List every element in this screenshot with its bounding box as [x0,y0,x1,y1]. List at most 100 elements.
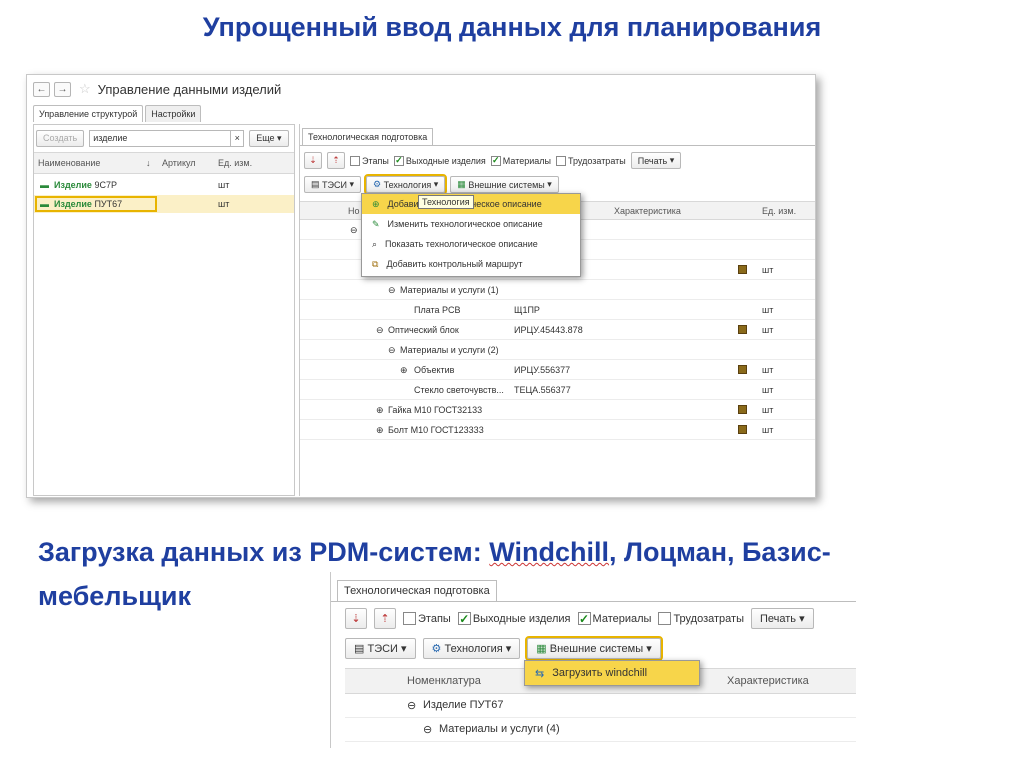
table-row[interactable]: ⊖ Материалы и услуги (4) [345,718,856,742]
list-item-selected[interactable]: ▬ Изделие ПУТ67 шт [34,195,294,213]
sort-down-icon[interactable]: ↓ [146,158,151,168]
col-nomenclature[interactable]: Но [348,206,360,216]
pencil-icon: ✎ [372,218,380,229]
tesi-button[interactable]: ▤ ТЭСИ ▾ [304,176,362,193]
check-outputs[interactable]: ✓ Выходные изделия [393,155,486,166]
external-label: Внешние системы [549,642,644,655]
check-labor[interactable]: Трудозатраты [556,155,626,166]
row-unit: шт [762,425,774,435]
forward-arrow-icon[interactable]: → [54,81,71,97]
tab-tech-prep[interactable]: Технологическая подготовка [337,580,497,602]
main-tabs: Управление структурой Настройки [33,105,203,122]
col-unit[interactable]: Ед. изм. [218,158,252,168]
chevron-down-icon: ▾ [349,179,355,189]
menu-label: Добавить контрольный маршрут [386,259,523,269]
checkmark-icon: ✓ [490,155,501,166]
table-row[interactable]: ⊕ Болт М10 ГОСТ123333 шт [300,420,815,440]
check-outputs[interactable]: ✓ Выходные изделия [457,612,571,625]
col-characteristic[interactable]: Характеристика [727,675,809,687]
menu-item-show-tech[interactable]: ⌕ Показать технологическое описание [362,234,580,254]
menu-label: Показать технологическое описание [385,239,538,249]
tech-toolbar-2: ▤ ТЭСИ ▾ ⚙ Технология ▾ ▦ Внешние систем… [304,174,559,195]
collapse-icon[interactable]: ⊖ [423,723,432,736]
check-label: Этапы [418,612,451,625]
table-row[interactable]: Стекло светочувств... ТЕЦА.556377 шт [300,380,815,400]
window-title: Управление данными изделий [97,81,282,97]
row-unit: шт [762,405,774,415]
col-name[interactable]: Наименование [38,158,100,168]
external-systems-button[interactable]: ▦ Внешние системы ▾ [450,176,559,193]
clear-search-icon[interactable]: × [230,129,245,147]
technology-button[interactable]: ⚙ Технология ▾ [422,638,521,659]
create-button[interactable]: Создать [36,129,85,147]
check-stages[interactable]: Этапы [350,155,389,166]
bom-icon [738,265,747,276]
expand-icon[interactable]: ⊕ [376,405,384,416]
menu-item-edit-tech[interactable]: ✎ Изменить технологическое описание [362,214,580,234]
col-nomenclature[interactable]: Номенклатура [407,675,481,687]
menu-item-load-windchill[interactable]: ⇆ Загрузить windchill [524,660,700,686]
chevron-down-icon: ▾ [669,155,675,165]
check-materials[interactable]: ✓ Материалы [577,612,651,625]
row-name: Материалы и услуги (1) [400,285,499,295]
external-systems-button[interactable]: ▦ Внешние системы ▾ [525,636,663,661]
table-row[interactable]: ⊖ Материалы и услуги (2) [300,340,815,360]
table-row[interactable]: ⊖ Материалы и услуги (1) [300,280,815,300]
more-button[interactable]: Еще ▾ [249,129,289,147]
expand-tree-icon[interactable]: ⇣ [304,152,322,169]
col-article[interactable]: Артикул [162,158,196,168]
left-toolbar: Создать изделие × Еще ▾ [34,127,294,149]
technology-label: Технология [444,642,503,655]
table-row[interactable]: ⊖ Оптический блок ИРЦУ.45443.878 шт [300,320,815,340]
collapse-icon[interactable]: ⊖ [407,699,416,712]
collapse-tree-icon[interactable]: ⇡ [327,152,345,169]
tesi-button[interactable]: ▤ ТЭСИ ▾ [345,638,416,659]
expand-icon[interactable]: ⊕ [376,425,384,436]
collapse-icon[interactable]: ⊖ [376,325,384,336]
menu-item-add-route[interactable]: ⧉ Добавить контрольный маршрут [362,254,580,274]
check-label: Трудозатраты [568,155,626,166]
technology-tooltip: Технология [418,195,474,209]
doc-icon: ▤ [354,643,365,655]
tab-tech-prep[interactable]: Технологическая подготовка [302,128,434,146]
table-row[interactable]: ⊕ Гайка М10 ГОСТ32133 шт [300,400,815,420]
expand-icon[interactable]: ⊕ [400,365,408,376]
doc-icon: ▤ [311,179,320,189]
item-unit: шт [218,180,230,190]
favorite-star-icon[interactable]: ☆ [79,81,91,97]
print-button[interactable]: Печать ▾ [630,152,682,169]
technology-button[interactable]: ⚙ Технология ▾ [364,174,448,195]
tab-structure[interactable]: Управление структурой [33,105,144,122]
check-labor[interactable]: Трудозатраты [658,612,744,625]
search-input[interactable]: изделие [89,129,232,147]
collapse-icon[interactable]: ⊖ [388,285,396,296]
check-label: Материалы [502,155,551,166]
item-name: 9С7Р [94,180,117,190]
tab-divider [300,145,815,146]
row-name: Изделие ПУТ67 [423,699,504,711]
tesi-label: ТЭСИ [322,179,347,190]
check-materials[interactable]: ✓ Материалы [490,155,551,166]
table-row[interactable]: ⊖ Изделие ПУТ67 [345,694,856,718]
print-label: Печать [637,155,668,166]
back-arrow-icon[interactable]: ← [33,81,50,97]
table-row[interactable]: ⊕ Объектив ИРЦУ.556377 шт [300,360,815,380]
chevron-down-icon: ▾ [799,613,805,625]
check-label: Выходные изделия [405,155,486,166]
expand-tree-icon[interactable]: ⇣ [345,608,367,629]
col-characteristic[interactable]: Характеристика [614,206,681,216]
print-button[interactable]: Печать ▾ [750,608,814,629]
tech-prep-pane: Технологическая подготовка ⇣ ⇡ Этапы ✓ Вы… [299,124,815,496]
checkmark-icon: ✓ [393,155,404,166]
collapse-icon[interactable]: ⊖ [350,225,358,236]
tab-settings[interactable]: Настройки [145,105,202,122]
list-item[interactable]: ▬ Изделие 9С7Р шт [34,176,294,194]
row-name: Оптический блок [388,325,459,335]
menu-label-start: Добави [387,199,419,209]
col-unit[interactable]: Ед. изм. [762,206,796,216]
table-row[interactable]: Плата PCB Щ1ПР шт [300,300,815,320]
collapse-tree-icon[interactable]: ⇡ [374,608,396,629]
check-stages[interactable]: Этапы [403,612,451,625]
collapse-icon[interactable]: ⊖ [388,345,396,356]
tech-toolbar-2: ▤ ТЭСИ ▾ ⚙ Технология ▾ ▦ Внешние систем… [345,636,663,661]
